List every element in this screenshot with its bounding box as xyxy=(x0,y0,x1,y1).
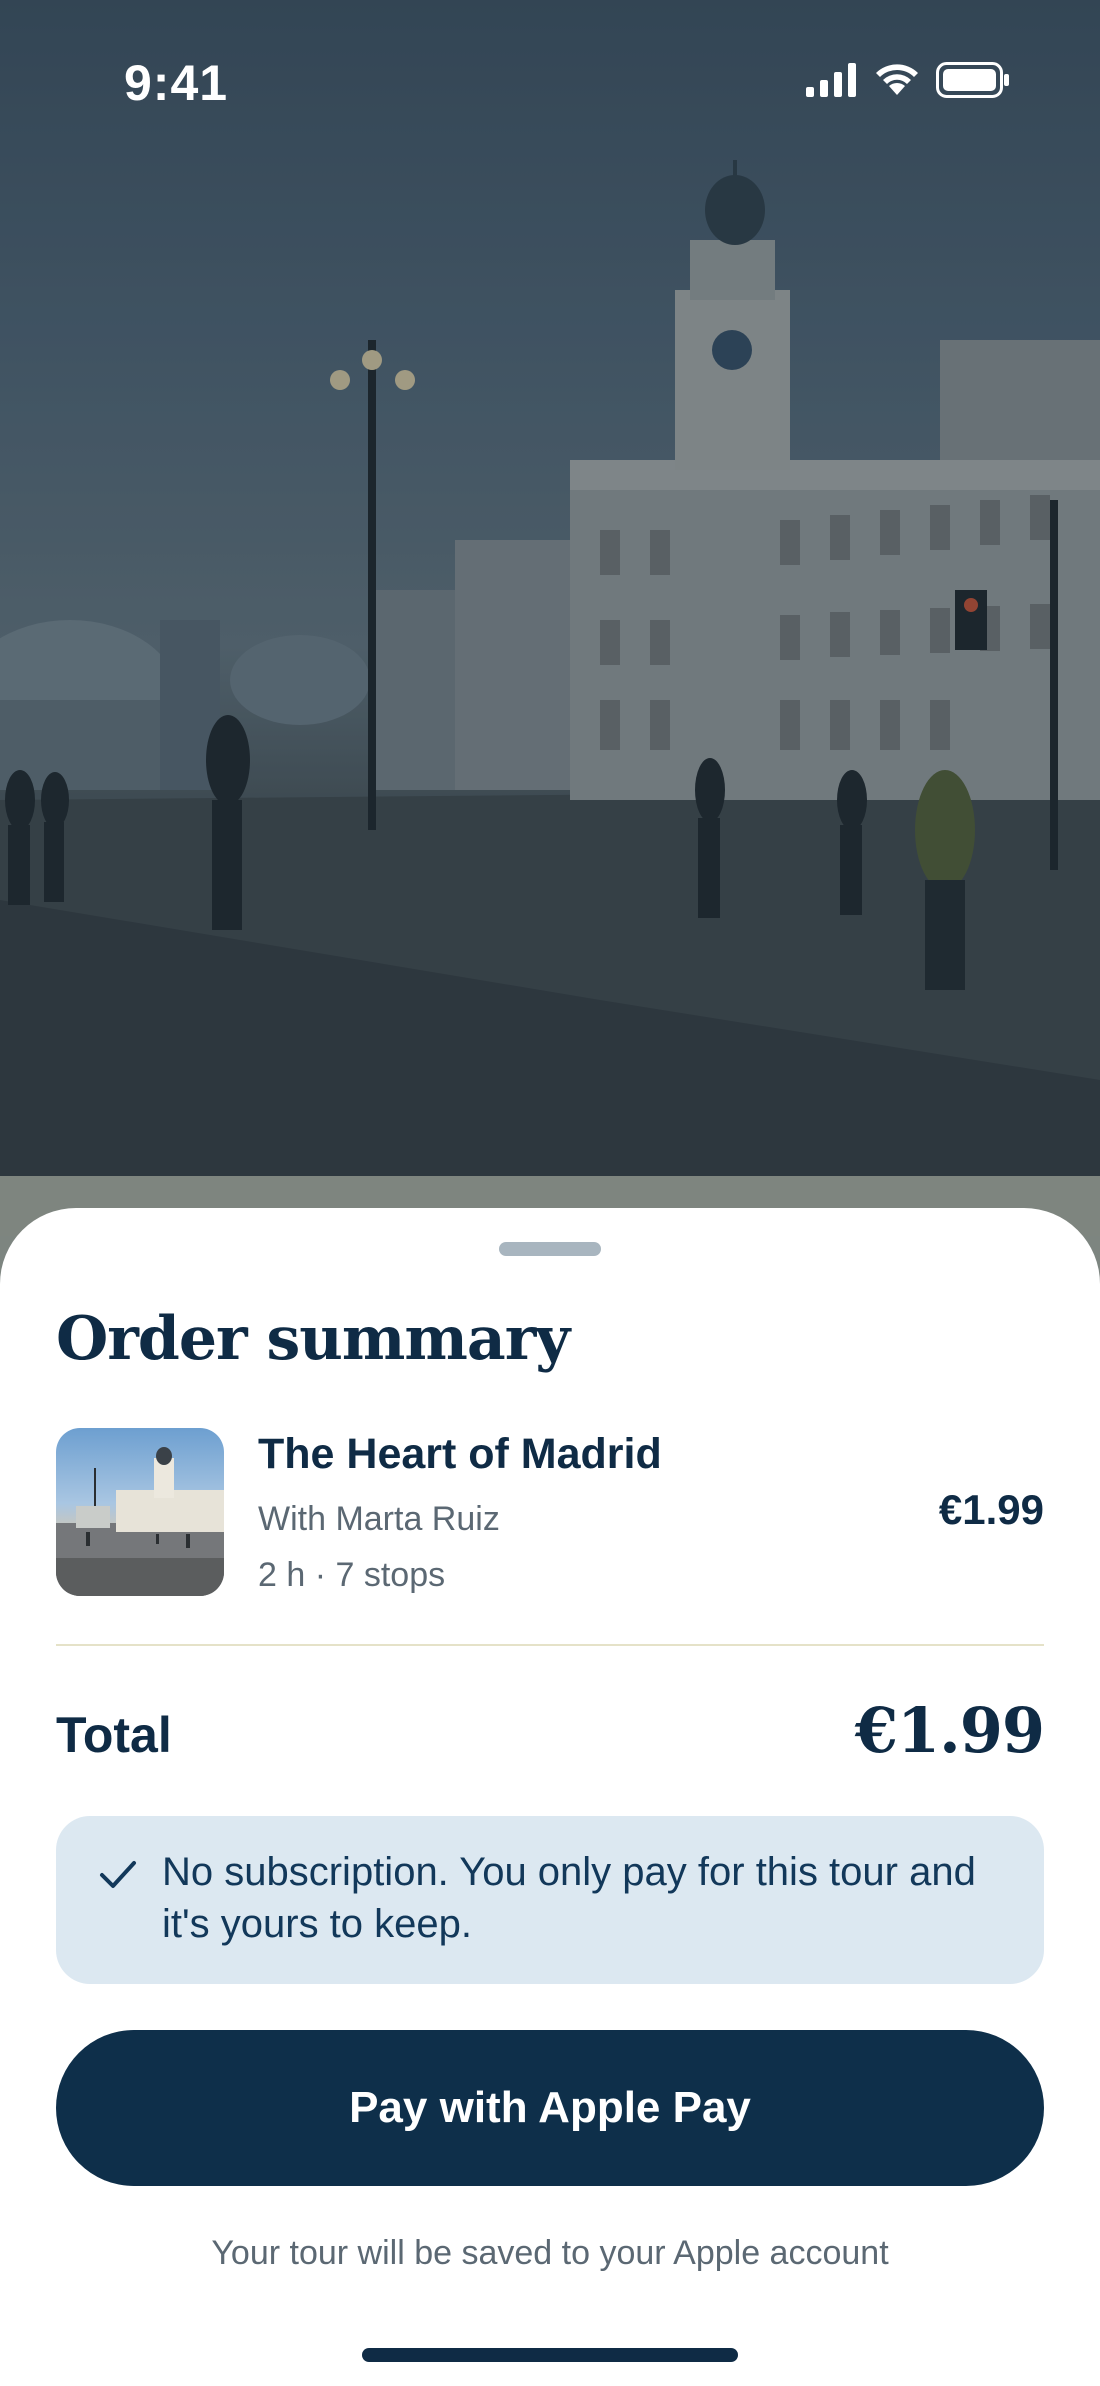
cellular-signal-icon xyxy=(806,63,856,97)
hero-photo xyxy=(0,0,1100,1176)
notice-text: No subscription. You only pay for this t… xyxy=(162,1850,976,1946)
tour-price: €1.99 xyxy=(938,1486,1044,1533)
status-bar: 9:41 xyxy=(0,0,1100,170)
hero-scene xyxy=(0,0,1100,1176)
tour-thumbnail xyxy=(56,1428,224,1596)
battery-icon xyxy=(936,62,1009,98)
tour-name: The Heart of Madrid xyxy=(258,1430,662,1478)
order-summary-sheet: Order summary The Heart of Madrid With M… xyxy=(0,1208,1100,2386)
tour-guide: With Marta Ruiz xyxy=(258,1500,500,1538)
no-subscription-notice: No subscription. You only pay for this t… xyxy=(56,1816,1044,1984)
home-indicator[interactable] xyxy=(362,2348,738,2362)
footnote: Your tour will be saved to your Apple ac… xyxy=(211,2234,889,2272)
wifi-icon xyxy=(876,64,918,95)
tour-item: The Heart of Madrid With Marta Ruiz 2 h … xyxy=(56,1428,1044,1598)
total-label: Total xyxy=(56,1707,172,1763)
sheet-title: Order summary xyxy=(56,1304,570,1374)
checkmark-icon xyxy=(100,1861,136,1888)
pay-with-apple-pay-button[interactable]: Pay with Apple Pay xyxy=(56,2030,1044,2186)
status-icons xyxy=(806,62,1010,98)
total-value: €1.99 xyxy=(854,1694,1045,1767)
sheet-grabber[interactable] xyxy=(499,1242,601,1256)
status-time: 9:41 xyxy=(124,55,229,111)
divider xyxy=(56,1644,1044,1646)
tour-meta: 2 h · 7 stops xyxy=(258,1556,446,1594)
